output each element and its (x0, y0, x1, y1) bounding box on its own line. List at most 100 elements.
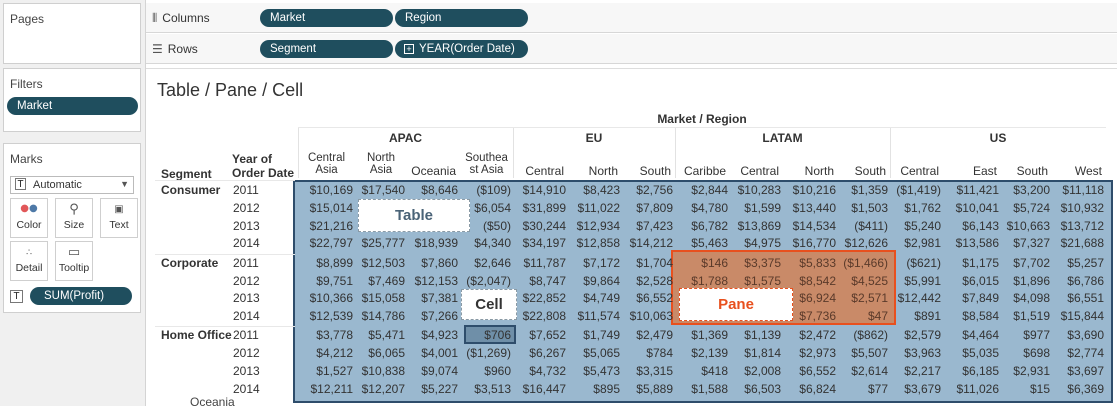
table-cell: $7,849 (962, 291, 999, 306)
size-button[interactable]: ⚲ Size (55, 198, 93, 238)
table-cell: $1,519 (1013, 309, 1050, 324)
table-cell: $6,369 (1067, 381, 1104, 396)
table-cell: $6,551 (1067, 291, 1104, 306)
table-cell: $5,035 (962, 346, 999, 361)
year-header-line2: Order Date (232, 166, 295, 180)
table-cell: ($1,269) (466, 346, 511, 361)
table-cell: $7,652 (529, 328, 566, 343)
mark-type-label: Automatic (33, 179, 82, 191)
rows-pill-year-order-date[interactable]: + YEAR(Order Date) (395, 40, 528, 58)
region-header: Caribbe (683, 164, 726, 178)
table-cell: $11,026 (956, 381, 1000, 396)
year-label: 2012 (233, 346, 260, 361)
region-header: Central (740, 164, 779, 178)
table-cell: $18,939 (414, 236, 458, 251)
tooltip-button[interactable]: ▭ Tooltip (55, 241, 93, 281)
year-label: 2012 (233, 273, 260, 288)
table-cell: $12,153 (414, 273, 458, 288)
rows-pill-segment[interactable]: Segment (260, 40, 393, 58)
table-cell: $2,571 (851, 291, 888, 306)
region-header: North (804, 164, 834, 178)
table-cell: $5,227 (421, 381, 458, 396)
region-header: South (854, 164, 886, 178)
view-title: Table / Pane / Cell (157, 80, 304, 100)
region-header: Central (525, 164, 564, 178)
table-cell: $6,267 (529, 346, 566, 361)
table-cell: $12,503 (361, 255, 405, 270)
table-cell: $895 (593, 381, 620, 396)
table-cell: $1,896 (1013, 273, 1050, 288)
table-cell: ($621) (906, 255, 941, 270)
table-cell: $1,599 (744, 200, 781, 215)
table-cell: $14,786 (361, 309, 405, 324)
text-button[interactable]: ▣ Text (100, 198, 138, 238)
year-label: 2011 (233, 255, 259, 270)
table-cell: $2,973 (799, 346, 836, 361)
table-cell: $12,626 (844, 236, 888, 251)
year-label: 2013 (233, 364, 260, 378)
columns-pill-market[interactable]: Market (260, 9, 393, 27)
columns-pill-region[interactable]: Region (395, 9, 528, 27)
table-cell: $12,858 (576, 236, 620, 251)
table-cell: $4,212 (316, 346, 353, 361)
table-cell: $960 (484, 364, 511, 378)
pane-callout: Pane (679, 288, 793, 321)
table-cell: $17,540 (361, 183, 405, 197)
table-cell: $13,440 (792, 200, 836, 215)
mark-type-dropdown[interactable]: T Automatic ▼ (10, 176, 134, 194)
color-button[interactable]: ●● Color (10, 198, 48, 238)
table-cell: $8,542 (799, 273, 836, 288)
table-cell: $784 (646, 346, 673, 361)
table-cell: $1,762 (904, 200, 941, 215)
table-cell: $11,022 (577, 200, 621, 215)
table-cell: ($2,047) (466, 273, 511, 288)
table-cell: $21,216 (309, 218, 353, 233)
rows-shelf-label: ☰ Rows (152, 42, 198, 56)
table-cell: $5,065 (583, 346, 620, 361)
rows-shelf: ☰ Rows Segment + YEAR(Order Date) (146, 34, 1117, 64)
rows-icon: ☰ (152, 42, 163, 56)
marks-title: Marks (10, 152, 43, 166)
table-cell: $22,797 (309, 236, 353, 251)
table-cell: $9,864 (583, 273, 620, 288)
region-header: West (1074, 164, 1102, 178)
table-cell: $4,525 (851, 273, 888, 288)
table-cell: $4,001 (421, 346, 458, 361)
filter-pill-market[interactable]: Market (7, 97, 138, 115)
market-header: US (989, 131, 1007, 145)
size-icon: ⚲ (69, 202, 79, 217)
table-cell: $10,838 (361, 364, 405, 378)
table-cell: $13,869 (737, 218, 781, 233)
table-cell: ($109) (476, 183, 511, 197)
table-cell: $3,679 (904, 381, 941, 396)
segment-divider (155, 326, 295, 328)
table-cell: $146 (701, 255, 728, 270)
table-cell: $8,747 (529, 273, 566, 288)
table-cell: $3,200 (1013, 183, 1050, 197)
table-cell: $1,814 (744, 346, 781, 361)
year-label: 2012 (233, 200, 260, 215)
table-cell: $1,588 (691, 381, 728, 396)
region-header: North (588, 164, 618, 178)
market-header: LATAM (762, 131, 803, 145)
table-callout: Table (358, 199, 470, 232)
table-cell: $1,575 (744, 273, 781, 288)
table-cell: $10,283 (737, 183, 781, 197)
columns-shelf-label: ⦀ Columns (152, 11, 210, 25)
detail-button[interactable]: ∴ Detail (10, 241, 48, 281)
table-cell: $6,065 (368, 346, 405, 361)
table-cell: $6,782 (691, 218, 728, 233)
table-cell: $2,579 (904, 328, 941, 343)
measure-pill-sum-profit[interactable]: SUM(Profit) (30, 287, 132, 305)
color-dots-icon: ●● (20, 203, 38, 214)
table-cell: $5,240 (904, 218, 941, 233)
table-cell: $4,923 (421, 328, 458, 343)
table-cell: $6,143 (962, 218, 999, 233)
region-header: Asia (369, 164, 393, 176)
size-label: Size (63, 219, 85, 231)
table-cell: ($862) (853, 328, 888, 343)
table-cell: $10,216 (792, 183, 836, 197)
table-cell: $3,778 (316, 328, 353, 343)
table-cell: $7,327 (1013, 236, 1050, 251)
text-icon: ▣ (114, 204, 124, 215)
